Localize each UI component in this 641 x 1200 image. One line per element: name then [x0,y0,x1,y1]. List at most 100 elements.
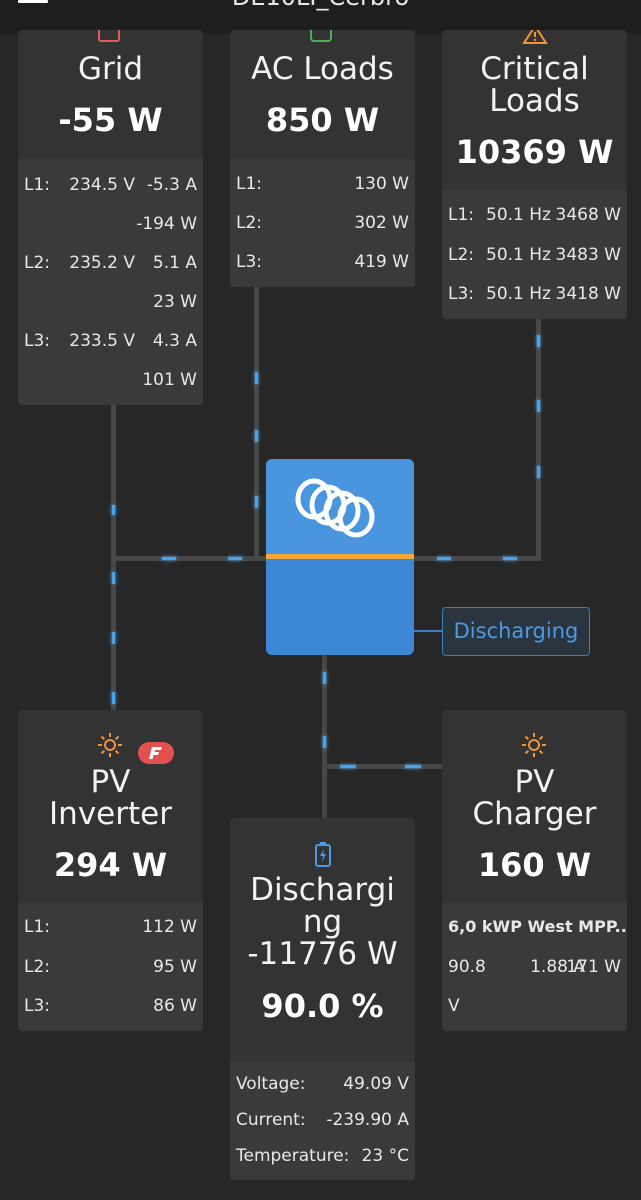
wire-bus-left [111,556,267,561]
battery-current-label: Current: [236,1110,306,1130]
sun-icon [98,733,122,757]
battery-temperature-value: 23 °C [361,1146,409,1166]
grid-l2-current: 5.1 A [152,253,197,273]
flow-dot [503,557,517,560]
critical-loads-title-line2: Loads [489,83,580,119]
pv-inv-l1-label: L1: [24,917,51,937]
critical-l3-freq: 50.1 Hz [486,284,551,304]
wire-bus-right [413,556,541,561]
flow-dot [112,505,115,515]
critical-l3-power: 3418 W [555,284,621,304]
grid-l3-voltage: 233.5 V [69,331,135,351]
pv-charger-device-name: 6,0 kWP West MPP... [448,917,627,936]
grid-l2-voltage: 235.2 V [69,253,135,273]
pv-charger-voltage-value: 90.8 [448,957,486,977]
pv-inv-l2-power: 95 W [153,957,197,977]
flow-dot [112,692,115,704]
critical-loads-card[interactable]: Critical Loads 10369 W L1: 50.1 Hz 3468 … [442,30,627,319]
wire-status-link [414,630,442,632]
critical-l2-power: 3483 W [555,245,621,265]
battery-current-value: -239.90 A [326,1110,409,1130]
pv-inv-l1-power: 112 W [142,917,197,937]
grid-l2-label: L2: [24,253,51,273]
inverter-charger[interactable] [266,459,414,655]
flow-dot [405,765,421,768]
grid-l2-power: 23 W [153,292,197,312]
critical-loads-power: 10369 W [455,133,614,171]
critical-l1-label: L1: [448,205,475,225]
pv-charger-card[interactable]: PV Charger 160 W 6,0 kWP West MPP... 90.… [442,710,627,1031]
critical-l1-freq: 50.1 Hz [486,205,551,225]
grid-card[interactable]: Grid -55 W L1: 234.5 V -5.3 A -194 W L2:… [18,30,203,405]
pv-inverter-title-line1: PV [90,764,131,800]
flow-dot [537,335,540,347]
grid-power: -55 W [58,101,163,139]
pv-charger-title-line1: PV [514,764,555,800]
wire-critical-down [536,318,541,561]
grid-l1-current: -5.3 A [146,175,197,195]
victron-logo-icon [295,478,375,538]
flow-dot [255,430,258,442]
battery-icon [315,842,331,867]
pv-charger-power: 160 W [477,846,592,884]
grid-icon [98,30,120,42]
flow-dot [228,557,242,560]
critical-l2-freq: 50.1 Hz [486,245,551,265]
pv-inv-l3-power: 86 W [153,996,197,1016]
wire-acloads-down [254,286,259,558]
ac-l2-label: L2: [236,213,263,233]
battery-title-line1: Dischargi [250,872,395,908]
battery-card[interactable]: Dischargi ng -11776 W 90.0 % Voltage: 49… [230,818,415,1180]
flow-dot [437,557,451,560]
warning-icon [522,30,548,44]
battery-voltage-value: 49.09 V [343,1074,409,1094]
pv-charger-device-power: 171 W [566,957,621,977]
grid-l3-label: L3: [24,331,51,351]
grid-l1-label: L1: [24,175,51,195]
ac-loads-card[interactable]: AC Loads 850 W L1: 130 W L2: 302 W L3: 4… [230,30,415,287]
fronius-badge-icon [138,742,174,764]
flow-dot [537,400,540,412]
pv-inverter-power: 294 W [53,846,168,884]
grid-title: Grid [77,51,144,87]
pv-inverter-card[interactable]: PV Inverter 294 W L1: 112 W L2: 95 W L3:… [18,710,203,1031]
flow-dot [323,736,326,748]
grid-l3-power: 101 W [142,370,197,390]
ac-l3-label: L3: [236,252,263,272]
flow-dot [537,466,540,478]
critical-l2-label: L2: [448,245,475,265]
pv-inverter-title-line2: Inverter [49,796,172,832]
top-bar: DE10LI_Cerbro [0,0,641,34]
battery-temperature-label: Temperature: [236,1146,350,1166]
battery-voltage-label: Voltage: [236,1074,306,1094]
ac-l1-power: 130 W [354,174,409,194]
plug-icon [310,30,332,42]
pv-charger-voltage-unit: V [448,996,460,1016]
flow-dot [112,572,115,584]
sun-icon [522,733,546,757]
pv-charger-title-line2: Charger [472,796,597,832]
flow-dot [323,672,326,684]
grid-l1-power: -194 W [136,214,197,234]
critical-l1-power: 3468 W [555,205,621,225]
critical-loads-title-line1: Critical [480,51,589,87]
battery-soc: 90.0 % [261,987,384,1025]
pv-inv-l3-label: L3: [24,996,51,1016]
ac-l1-label: L1: [236,174,263,194]
page-title: DE10LI_Cerbro [0,0,641,11]
pv-inv-l2-label: L2: [24,957,51,977]
critical-l3-label: L3: [448,284,475,304]
battery-power: -11776 W [247,936,398,972]
ac-loads-title: AC Loads [251,51,394,87]
flow-dot [255,372,258,384]
flow-dot [112,632,115,644]
flow-dot [340,765,356,768]
grid-l1-voltage: 234.5 V [69,175,135,195]
grid-l3-current: 4.3 A [152,331,197,351]
ac-loads-power: 850 W [265,101,380,139]
battery-title-line2: ng [302,904,343,940]
ac-l3-power: 419 W [354,252,409,272]
ac-l2-power: 302 W [354,213,409,233]
inverter-status-label: Discharging [442,607,590,656]
flow-dot [162,557,176,560]
